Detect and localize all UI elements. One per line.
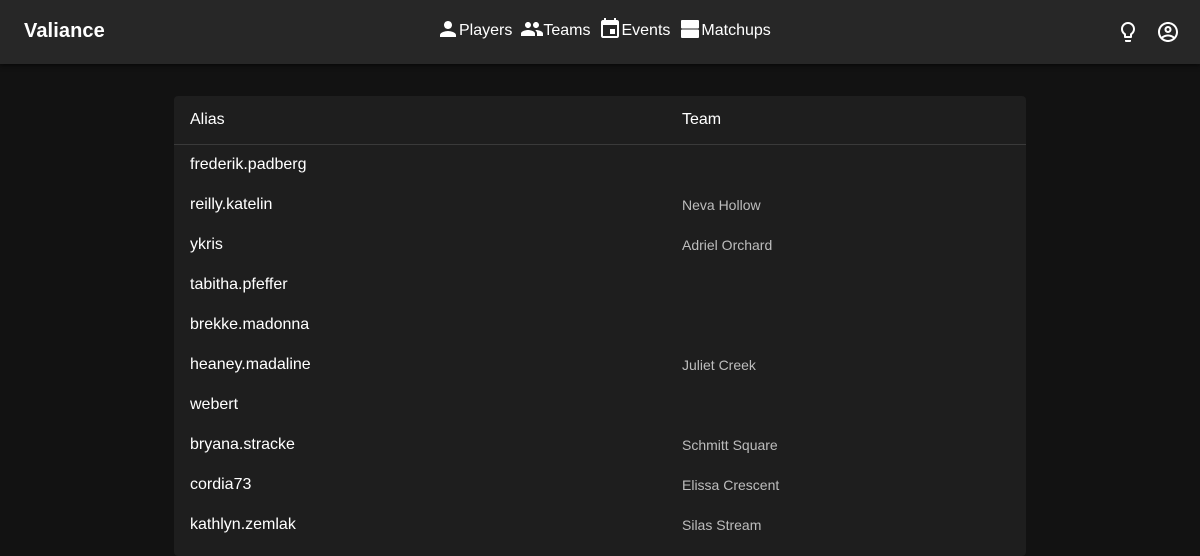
nav-teams[interactable]: Teams: [520, 19, 590, 43]
team-cell: Adriel Orchard: [682, 237, 773, 253]
alias-cell: bryana.stracke: [190, 436, 295, 453]
table-row[interactable]: bryana.stracke Schmitt Square: [174, 425, 1026, 465]
table-row[interactable]: tabitha.pfeffer: [174, 265, 1026, 305]
person-icon: [436, 17, 460, 46]
table-row[interactable]: heaney.madaline Juliet Creek: [174, 345, 1026, 385]
account-button[interactable]: [1156, 20, 1180, 44]
alias-cell: webert: [190, 396, 239, 413]
alias-cell: ykris: [190, 236, 223, 253]
table-row[interactable]: webert: [174, 385, 1026, 425]
table-row[interactable]: kathlyn.zemlak Silas Stream: [174, 505, 1026, 545]
alias-cell: brekke.madonna: [190, 316, 310, 333]
nav-teams-label: Teams: [543, 22, 591, 39]
alias-cell: frederik.padberg: [190, 156, 307, 173]
table-row[interactable]: frederik.padberg: [174, 145, 1026, 185]
nav-events-label: Events: [621, 22, 671, 39]
main-nav: Players Teams Events Matchups: [436, 17, 779, 46]
team-cell: Juliet Creek: [682, 357, 756, 373]
lightbulb-icon: [1116, 22, 1140, 48]
app-bar: Valiance Players Teams Events Matchups: [0, 0, 1200, 64]
account-circle-icon: [1156, 22, 1180, 48]
matchups-icon: [678, 17, 702, 46]
table-header: Alias Team: [174, 96, 1026, 145]
nav-players[interactable]: Players: [436, 19, 512, 43]
nav-matchups[interactable]: Matchups: [678, 17, 771, 46]
nav-matchups-label: Matchups: [701, 22, 771, 39]
alias-cell: cordia73: [190, 476, 252, 493]
table-body: frederik.padberg reilly.katelin Neva Hol…: [174, 145, 1026, 545]
table-row[interactable]: brekke.madonna: [174, 305, 1026, 345]
table-row[interactable]: cordia73 Elissa Crescent: [174, 465, 1026, 505]
players-table: Alias Team frederik.padberg reilly.katel…: [174, 96, 1026, 556]
team-cell: Neva Hollow: [682, 197, 761, 213]
nav-players-label: Players: [459, 22, 513, 39]
table-row[interactable]: reilly.katelin Neva Hollow: [174, 185, 1026, 225]
alias-cell: tabitha.pfeffer: [190, 276, 288, 293]
column-header-alias[interactable]: Alias: [190, 111, 225, 129]
nav-events[interactable]: Events: [598, 17, 671, 46]
team-cell: Elissa Crescent: [682, 477, 780, 493]
table-row[interactable]: ykris Adriel Orchard: [174, 225, 1026, 265]
alias-cell: reilly.katelin: [190, 196, 273, 213]
theme-toggle-button[interactable]: [1116, 20, 1140, 44]
team-cell: Schmitt Square: [682, 437, 778, 453]
app-title[interactable]: Valiance: [24, 20, 105, 43]
column-header-team[interactable]: Team: [682, 111, 721, 129]
alias-cell: kathlyn.zemlak: [190, 516, 296, 533]
alias-cell: heaney.madaline: [190, 356, 311, 373]
calendar-icon: [598, 17, 622, 46]
team-cell: Silas Stream: [682, 517, 762, 533]
group-icon: [520, 17, 544, 46]
